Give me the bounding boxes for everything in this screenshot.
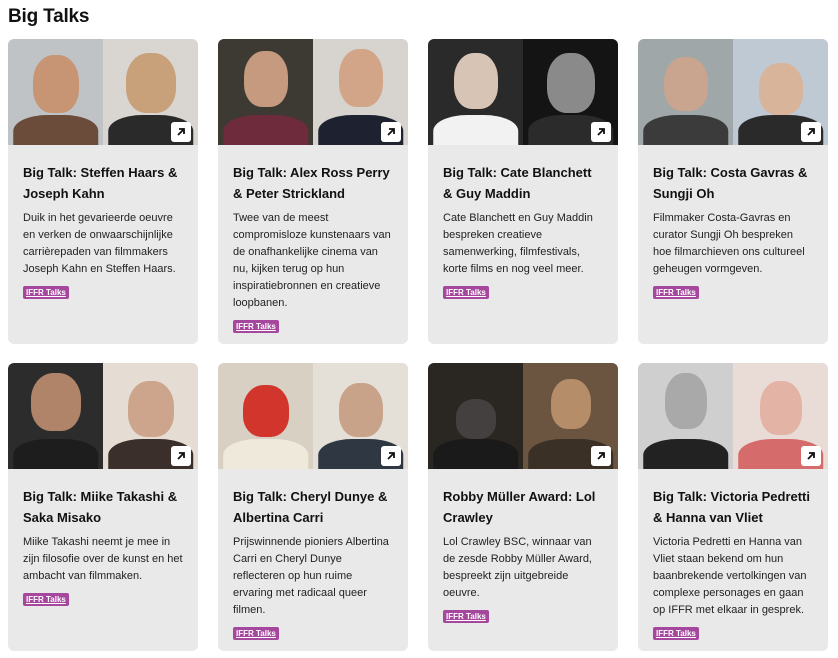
talk-thumbnail	[218, 39, 408, 145]
talk-card[interactable]: Big Talk: Steffen Haars & Joseph Kahn Dui…	[8, 39, 198, 344]
talk-thumbnail	[638, 39, 828, 145]
card-title[interactable]: Big Talk: Miike Takashi & Saka Misako	[23, 486, 184, 528]
talk-thumbnail	[8, 39, 198, 145]
arrow-up-right-icon	[597, 128, 605, 136]
category-tag[interactable]: IFFR Talks	[23, 593, 69, 606]
portrait-photo	[428, 39, 523, 145]
card-title[interactable]: Big Talk: Alex Ross Perry & Peter Strick…	[233, 162, 394, 204]
category-tag[interactable]: IFFR Talks	[443, 610, 489, 623]
category-tag[interactable]: IFFR Talks	[233, 627, 279, 640]
portrait-photo	[428, 363, 523, 469]
category-tag[interactable]: IFFR Talks	[653, 627, 699, 640]
talk-thumbnail	[218, 363, 408, 469]
open-link-button[interactable]	[381, 122, 401, 142]
open-link-button[interactable]	[801, 122, 821, 142]
card-description: Lol Crawley BSC, winnaar van de zesde Ro…	[443, 536, 592, 599]
portrait-photo	[218, 39, 313, 145]
open-link-button[interactable]	[591, 122, 611, 142]
talk-card[interactable]: Big Talk: Cate Blanchett & Guy Maddin Cat…	[428, 39, 618, 344]
card-title[interactable]: Big Talk: Cate Blanchett & Guy Maddin	[443, 162, 604, 204]
card-description: Victoria Pedretti en Hanna van Vliet sta…	[653, 536, 807, 616]
card-description: Filmmaker Costa-Gavras en curator Sungji…	[653, 212, 805, 275]
open-link-button[interactable]	[171, 122, 191, 142]
talk-thumbnail	[428, 39, 618, 145]
open-link-button[interactable]	[591, 446, 611, 466]
portrait-photo	[638, 363, 733, 469]
portrait-photo	[8, 363, 103, 469]
open-link-button[interactable]	[801, 446, 821, 466]
card-title[interactable]: Big Talk: Cheryl Dunye & Albertina Carri	[233, 486, 394, 528]
talk-thumbnail	[428, 363, 618, 469]
card-title[interactable]: Big Talk: Victoria Pedretti & Hanna van …	[653, 486, 814, 528]
category-tag[interactable]: IFFR Talks	[653, 286, 699, 299]
card-title[interactable]: Big Talk: Costa Gavras & Sungji Oh	[653, 162, 814, 204]
card-title[interactable]: Big Talk: Steffen Haars & Joseph Kahn	[23, 162, 184, 204]
card-description: Cate Blanchett en Guy Maddin bespreken c…	[443, 212, 593, 275]
arrow-up-right-icon	[177, 128, 185, 136]
card-description: Duik in het gevarieerde oeuvre en verken…	[23, 212, 176, 275]
arrow-up-right-icon	[597, 452, 605, 460]
portrait-photo	[218, 363, 313, 469]
talk-thumbnail	[638, 363, 828, 469]
arrow-up-right-icon	[387, 128, 395, 136]
category-tag[interactable]: IFFR Talks	[443, 286, 489, 299]
category-tag[interactable]: IFFR Talks	[23, 286, 69, 299]
talk-card[interactable]: Robby Müller Award: Lol Crawley Lol Crawl…	[428, 363, 618, 651]
card-description: Prijswinnende pioniers Albertina Carri e…	[233, 536, 389, 616]
portrait-photo	[638, 39, 733, 145]
arrow-up-right-icon	[807, 128, 815, 136]
talk-card[interactable]: Big Talk: Alex Ross Perry & Peter Strick…	[218, 39, 408, 344]
category-tag[interactable]: IFFR Talks	[233, 320, 279, 333]
open-link-button[interactable]	[381, 446, 401, 466]
arrow-up-right-icon	[387, 452, 395, 460]
card-description: Twee van de meest compromisloze kunstena…	[233, 212, 391, 309]
arrow-up-right-icon	[177, 452, 185, 460]
talk-thumbnail	[8, 363, 198, 469]
talk-card[interactable]: Big Talk: Victoria Pedretti & Hanna van …	[638, 363, 828, 651]
talk-card[interactable]: Big Talk: Miike Takashi & Saka Misako Mii…	[8, 363, 198, 651]
talk-card[interactable]: Big Talk: Costa Gavras & Sungji Oh Filmma…	[638, 39, 828, 344]
talk-card[interactable]: Big Talk: Cheryl Dunye & Albertina Carri…	[218, 363, 408, 651]
section-title: Big Talks	[8, 6, 90, 27]
card-title[interactable]: Robby Müller Award: Lol Crawley	[443, 486, 604, 528]
talks-grid: Big Talk: Steffen Haars & Joseph Kahn Dui…	[8, 39, 830, 651]
open-link-button[interactable]	[171, 446, 191, 466]
arrow-up-right-icon	[807, 452, 815, 460]
card-description: Miike Takashi neemt je mee in zijn filos…	[23, 536, 183, 582]
portrait-photo	[8, 39, 103, 145]
